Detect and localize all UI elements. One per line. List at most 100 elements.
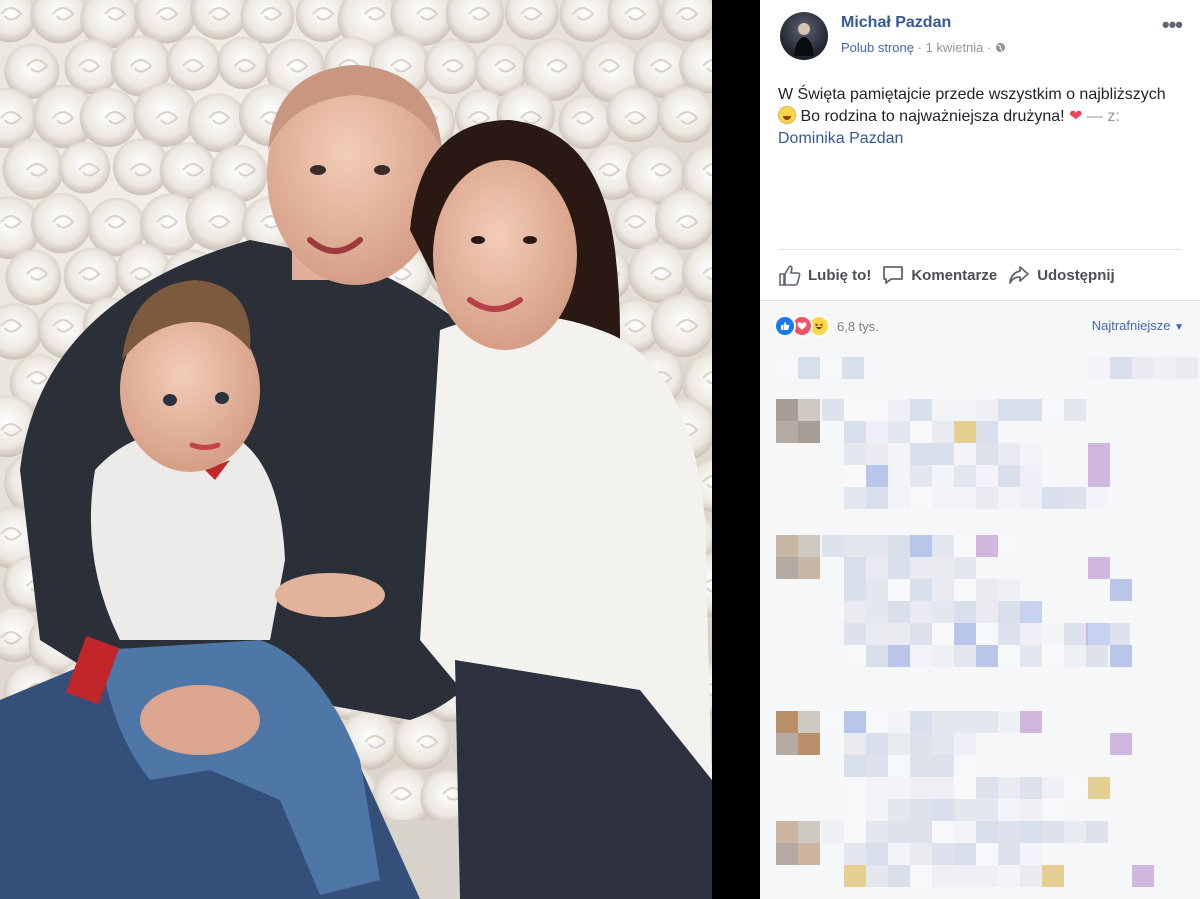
grinning-emoji-icon — [778, 106, 796, 124]
post-sidebar: Michał Pazdan Polub stronę · 1 kwietnia … — [760, 0, 1200, 899]
blurred-pixel — [888, 865, 910, 887]
blurred-pixel — [910, 645, 932, 667]
blurred-pixel — [1132, 865, 1154, 887]
blurred-pixel — [1042, 487, 1064, 509]
page-name[interactable]: Michał Pazdan — [841, 14, 951, 32]
share-button[interactable]: Udostępnij — [1007, 264, 1115, 286]
blurred-pixel — [798, 733, 820, 755]
blurred-pixel — [866, 645, 888, 667]
reaction-count: 6,8 tys. — [837, 318, 879, 334]
blurred-pixel — [998, 799, 1020, 821]
blurred-pixel — [976, 843, 998, 865]
blurred-pixel — [1020, 487, 1042, 509]
blurred-pixel — [798, 843, 820, 865]
blurred-pixel — [932, 645, 954, 667]
blurred-pixel — [1088, 357, 1110, 379]
rose-decoration — [445, 0, 505, 44]
blurred-pixel — [976, 623, 998, 645]
rose-decoration — [0, 303, 43, 360]
blurred-pixel — [1110, 579, 1132, 601]
blurred-pixel — [866, 733, 888, 755]
post-text: W Święta pamiętajcie przede wszystkim o … — [778, 84, 1168, 150]
blurred-pixel — [798, 421, 820, 443]
post-photo[interactable] — [0, 0, 712, 899]
blurred-pixel — [976, 579, 998, 601]
more-icon[interactable]: ••• — [1162, 12, 1183, 38]
blurred-pixel — [998, 601, 1020, 623]
blurred-pixel — [954, 399, 976, 421]
blurred-pixel — [1132, 357, 1154, 379]
blurred-pixel — [910, 777, 932, 799]
blurred-pixel — [1088, 465, 1110, 487]
blurred-pixel — [798, 535, 820, 557]
blurred-pixel — [932, 821, 954, 843]
with-prefix: — z: — [1086, 108, 1120, 125]
globe-icon — [995, 42, 1006, 53]
blurred-pixel — [888, 821, 910, 843]
blurred-pixel — [932, 535, 954, 557]
blurred-pixel — [932, 443, 954, 465]
blurred-pixel — [998, 777, 1020, 799]
tagged-person-link[interactable]: Dominika Pazdan — [778, 130, 903, 147]
rose-decoration — [2, 138, 65, 200]
blurred-pixel — [866, 421, 888, 443]
blurred-pixel — [954, 487, 976, 509]
blurred-pixel — [888, 777, 910, 799]
blurred-pixel — [910, 623, 932, 645]
blurred-pixel — [954, 799, 976, 821]
blurred-pixel — [822, 711, 844, 733]
blurred-pixel — [888, 755, 910, 777]
blurred-pixel — [888, 579, 910, 601]
blurred-pixel — [1042, 865, 1064, 887]
blurred-pixel — [1042, 623, 1064, 645]
blurred-pixel — [976, 399, 998, 421]
thumbs-up-icon — [779, 265, 801, 286]
blurred-pixel — [932, 557, 954, 579]
blurred-pixel — [1086, 821, 1108, 843]
rose-decoration — [423, 38, 480, 94]
page-avatar[interactable] — [780, 12, 828, 60]
sort-dropdown[interactable]: Najtrafniejsze ▼ — [1092, 318, 1184, 333]
comment-icon — [883, 266, 904, 284]
post-text-part2: Bo rodzina to najważniejsza drużyna! — [800, 108, 1065, 125]
blurred-pixel — [932, 465, 954, 487]
rose-decoration — [58, 141, 111, 194]
blurred-pixel — [954, 535, 976, 557]
like-button[interactable]: Lubię to! — [778, 264, 871, 286]
like-page-link[interactable]: Polub stronę — [841, 40, 914, 55]
blurred-pixel — [998, 645, 1020, 667]
blurred-pixel — [1020, 777, 1042, 799]
rose-decoration — [559, 0, 615, 42]
blurred-pixel — [998, 821, 1020, 843]
blurred-pixel — [844, 623, 866, 645]
blurred-pixel — [910, 711, 932, 733]
post-date[interactable]: 1 kwietnia — [926, 40, 984, 55]
reactions-summary[interactable]: 6,8 tys. — [774, 315, 879, 337]
blurred-pixel — [866, 623, 888, 645]
blurred-pixel — [932, 843, 954, 865]
blurred-pixel — [998, 465, 1020, 487]
rose-decoration — [217, 36, 270, 90]
blurred-pixel — [844, 755, 866, 777]
blurred-pixel — [888, 443, 910, 465]
blurred-pixel — [888, 601, 910, 623]
avatar-figure-icon — [794, 23, 814, 56]
blurred-pixel — [932, 399, 954, 421]
blurred-pixel — [910, 821, 932, 843]
comment-button[interactable]: Komentarze — [881, 264, 997, 286]
blurred-pixel — [954, 579, 976, 601]
blurred-pixel — [910, 755, 932, 777]
blurred-pixel — [932, 601, 954, 623]
blurred-pixel — [844, 645, 866, 667]
rose-decoration — [628, 241, 689, 303]
blurred-pixel — [932, 733, 954, 755]
blurred-pixel — [998, 487, 1020, 509]
blurred-pixel — [776, 821, 798, 843]
blurred-pixel — [866, 487, 888, 509]
blurred-pixel — [776, 535, 798, 557]
blurred-pixel — [1064, 487, 1086, 509]
blurred-pixel — [866, 865, 888, 887]
blurred-pixel — [888, 843, 910, 865]
blurred-pixel — [776, 357, 798, 379]
blurred-pixel — [866, 557, 888, 579]
